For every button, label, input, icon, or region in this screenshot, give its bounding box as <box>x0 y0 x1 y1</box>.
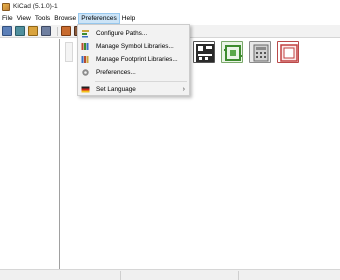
menuitem-label: Manage Footprint Libraries... <box>96 56 178 63</box>
pcb-icon <box>196 44 214 62</box>
menuitem-label: Set Language <box>96 86 136 93</box>
toolbar-separator <box>57 26 58 36</box>
status-divider <box>120 271 121 280</box>
gear-icon <box>82 69 89 76</box>
menu-help[interactable]: Help <box>120 13 138 24</box>
status-bar <box>0 269 340 280</box>
submenu-arrow-icon: › <box>182 86 185 93</box>
menuitem-label: Preferences... <box>96 69 136 76</box>
pcb-layout-editor-button[interactable] <box>193 41 215 63</box>
project-tree-panel[interactable] <box>0 39 60 270</box>
footprint-icon <box>224 45 242 61</box>
page-layout-icon <box>280 44 298 62</box>
language-flag-icon <box>81 86 90 93</box>
status-divider <box>238 271 239 280</box>
page-layout-editor-button[interactable] <box>277 41 299 63</box>
menu-separator <box>95 81 187 82</box>
menuitem-set-language[interactable]: Set Language › <box>78 83 189 96</box>
new-project-icon[interactable] <box>2 26 12 36</box>
footprint-editor-button[interactable] <box>221 41 243 63</box>
menu-browse[interactable]: Browse <box>52 13 78 24</box>
preferences-dropdown-menu: Configure Paths... Manage Symbol Librari… <box>77 24 190 96</box>
menu-view[interactable]: View <box>15 13 33 24</box>
kicad-app-icon <box>2 2 10 11</box>
menu-tools[interactable]: Tools <box>33 13 52 24</box>
window-title: KiCad (5.1.0)-1 <box>13 3 58 10</box>
menu-bar: File View Tools Browse Preferences Help <box>0 13 340 24</box>
menuitem-label: Manage Symbol Libraries... <box>96 43 174 50</box>
new-project-from-template-icon[interactable] <box>15 26 25 36</box>
schematic-editor-button-partial[interactable] <box>65 42 73 62</box>
menuitem-preferences[interactable]: Preferences... <box>78 66 189 79</box>
menu-preferences[interactable]: Preferences <box>78 13 120 24</box>
calculator-icon <box>253 44 269 62</box>
menuitem-label: Configure Paths... <box>96 30 148 37</box>
menuitem-configure-paths[interactable]: Configure Paths... <box>78 27 189 40</box>
archive-project-icon[interactable] <box>61 26 71 36</box>
title-bar: KiCad (5.1.0)-1 <box>0 0 340 13</box>
menu-file[interactable]: File <box>0 13 15 24</box>
footprint-libraries-icon <box>81 56 89 63</box>
menuitem-manage-footprint-libraries[interactable]: Manage Footprint Libraries... <box>78 53 189 66</box>
kicad-window: KiCad (5.1.0)-1 File View Tools Browse P… <box>0 0 340 280</box>
open-project-icon[interactable] <box>28 26 38 36</box>
menuitem-manage-symbol-libraries[interactable]: Manage Symbol Libraries... <box>78 40 189 53</box>
configure-paths-icon <box>82 30 89 38</box>
symbol-libraries-icon <box>81 43 89 50</box>
save-project-icon[interactable] <box>41 26 51 36</box>
gerber-viewer-button[interactable] <box>249 41 271 63</box>
